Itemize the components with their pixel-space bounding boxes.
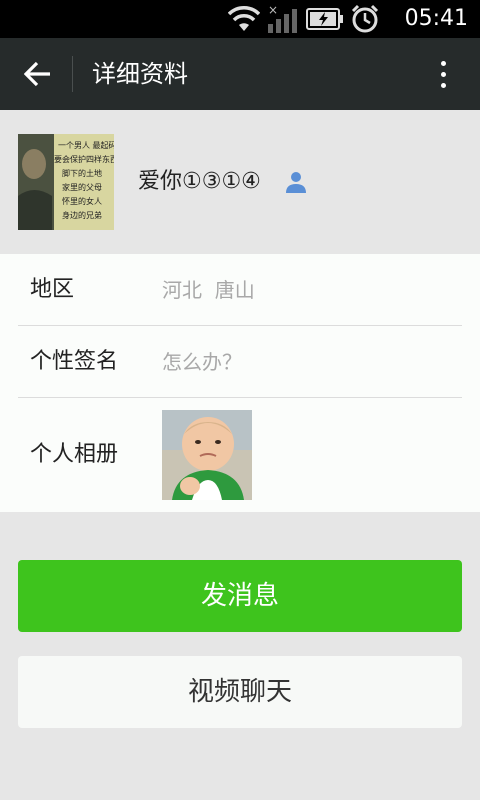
region-value: 河北 唐山 — [162, 278, 255, 302]
album-photo-thumbnail[interactable] — [162, 410, 252, 500]
album-label: 个人相册 — [30, 442, 119, 467]
more-options-button[interactable] — [428, 52, 458, 96]
status-time: 05:41 — [404, 6, 468, 31]
avatar-text-line: 家里的父母 — [62, 182, 102, 192]
status-icons: × — [228, 4, 380, 34]
title-bar: 详细资料 — [0, 38, 480, 110]
send-message-button[interactable]: 发消息 — [18, 560, 462, 632]
avatar-text-line: 怀里的女人 — [62, 196, 102, 206]
avatar[interactable]: 一个男人 最起码 要会保护四样东西 脚下的土地 家里的父母 怀里的女人 身边的兄… — [18, 134, 114, 230]
avatar-text-line: 要会保护四样东西 — [54, 154, 114, 164]
more-vertical-icon — [440, 60, 446, 66]
region-label: 地区 — [30, 277, 75, 302]
detail-info-section: 地区 河北 唐山 个性签名 怎么办？ 个人相册 — [0, 254, 480, 512]
svg-text:×: × — [268, 4, 278, 17]
avatar-text-line: 身边的兄弟 — [62, 210, 102, 220]
nickname: 爱你①③①④ — [138, 169, 261, 194]
back-button[interactable] — [14, 50, 62, 98]
wifi-icon — [228, 6, 260, 31]
profile-header: 一个男人 最起码 要会保护四样东西 脚下的土地 家里的父母 怀里的女人 身边的兄… — [0, 110, 480, 254]
back-arrow-icon — [24, 61, 50, 87]
region-row: 地区 河北 唐山 — [18, 254, 462, 326]
user-icon — [286, 172, 306, 193]
signature-row: 个性签名 怎么办？ — [18, 326, 462, 398]
title-divider — [72, 56, 73, 92]
page-title: 详细资料 — [92, 60, 188, 88]
avatar-text-line: 一个男人 最起码 — [58, 141, 114, 150]
signature-value: 怎么办？ — [162, 350, 242, 374]
status-bar: × 05:41 — [0, 0, 480, 38]
signal-icon: × — [268, 4, 297, 33]
video-chat-button[interactable]: 视频聊天 — [18, 656, 462, 728]
signature-label: 个性签名 — [30, 349, 119, 374]
avatar-text-line: 脚下的土地 — [62, 168, 102, 178]
album-row[interactable]: 个人相册 — [18, 398, 462, 512]
alarm-icon — [351, 4, 379, 33]
battery-icon — [306, 8, 343, 30]
